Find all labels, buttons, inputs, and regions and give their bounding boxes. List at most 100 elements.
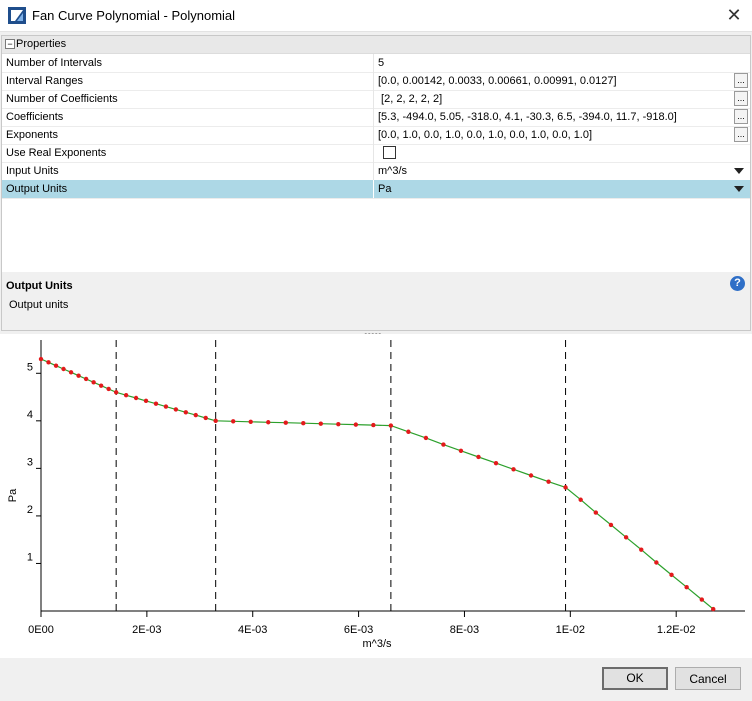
dropdown-arrow-icon[interactable] [734, 186, 744, 192]
property-value[interactable]: [0.0, 0.00142, 0.0033, 0.00661, 0.00991,… [378, 75, 617, 87]
data-point [406, 429, 411, 434]
data-point [38, 356, 44, 362]
property-row-interval-ranges[interactable]: Interval Ranges [0.0, 0.00142, 0.0033, 0… [2, 72, 750, 91]
data-point [441, 442, 446, 447]
y-tick-label: 5 [27, 361, 33, 373]
data-point [266, 420, 271, 425]
property-value[interactable]: [2, 2, 2, 2, 2] [378, 93, 442, 105]
data-point [578, 497, 583, 502]
app-logo-icon [8, 7, 26, 24]
close-icon[interactable]: ✕ [722, 4, 746, 26]
data-point [546, 479, 551, 484]
data-point [76, 373, 81, 378]
data-point [68, 370, 74, 375]
property-row-output-units[interactable]: Output Units Pa [2, 180, 750, 199]
category-header-properties[interactable]: − Properties [2, 36, 750, 54]
plot-background [0, 334, 752, 658]
property-name: Number of Intervals [6, 57, 102, 69]
ellipsis-button[interactable]: ... [734, 109, 748, 124]
data-point [563, 485, 568, 490]
property-row-exponents[interactable]: Exponents [0.0, 1.0, 0.0, 1.0, 0.0, 1.0,… [2, 126, 750, 145]
property-grid: − Properties Number of Intervals 5 Inter… [1, 35, 751, 273]
data-point [193, 412, 198, 418]
category-label: Properties [16, 38, 67, 50]
data-point [699, 597, 705, 602]
property-value[interactable]: Pa [378, 183, 391, 195]
use-real-exponents-checkbox[interactable] [383, 146, 396, 159]
data-point [248, 419, 253, 424]
data-point [623, 535, 629, 540]
data-point [423, 435, 429, 441]
data-point [476, 454, 481, 460]
data-point [593, 510, 599, 515]
collapse-icon[interactable]: − [5, 39, 15, 49]
help-icon[interactable]: ? [730, 276, 745, 291]
property-name: Exponents [6, 129, 58, 141]
data-point [388, 423, 394, 428]
dropdown-arrow-icon[interactable] [734, 168, 744, 174]
data-point [203, 415, 208, 421]
ellipsis-button[interactable]: ... [734, 73, 748, 88]
data-point [711, 606, 716, 612]
data-point [684, 585, 689, 590]
data-point [106, 386, 111, 392]
data-point [133, 395, 139, 401]
data-point [98, 383, 104, 388]
property-name: Coefficients [6, 111, 64, 123]
x-tick-label: 2E-03 [132, 624, 161, 636]
data-point [318, 421, 324, 426]
data-point [123, 392, 129, 398]
data-point [46, 360, 51, 365]
property-row-coefficients[interactable]: Coefficients [5.3, -494.0, 5.05, -318.0,… [2, 108, 750, 127]
data-point [153, 401, 159, 406]
description-text: Output units [9, 299, 69, 311]
data-point [458, 448, 464, 453]
x-axis-label: m^3/s [363, 638, 392, 650]
property-row-number-of-intervals[interactable]: Number of Intervals 5 [2, 54, 750, 73]
title-bar: Fan Curve Polynomial - Polynomial ✕ [0, 0, 752, 32]
x-tick-label: 0E00 [28, 624, 54, 636]
data-point [353, 422, 359, 427]
property-row-use-real-exponents[interactable]: Use Real Exponents [2, 144, 750, 163]
data-point [283, 420, 288, 425]
data-point [53, 363, 59, 368]
property-row-number-of-coefficients[interactable]: Number of Coefficients [2, 2, 2, 2, 2] .… [2, 90, 750, 109]
y-tick-label: 3 [27, 456, 33, 468]
description-title: Output Units [6, 280, 73, 292]
property-value[interactable]: [5.3, -494.0, 5.05, -318.0, 4.1, -30.3, … [378, 111, 677, 123]
ok-button[interactable]: OK [602, 667, 668, 690]
data-point [213, 418, 218, 424]
data-point [301, 421, 306, 426]
data-point [83, 376, 89, 382]
y-tick-label: 1 [27, 551, 33, 563]
y-tick-label: 2 [27, 504, 33, 516]
x-tick-label: 1.2E-02 [657, 624, 696, 636]
data-point [639, 547, 644, 552]
data-point [511, 467, 516, 472]
data-point [91, 380, 96, 385]
data-point [608, 522, 614, 528]
ellipsis-button[interactable]: ... [734, 91, 748, 106]
data-point [493, 460, 499, 466]
fan-curve-chart: 0E00 2E-03 4E-03 6E-03 8E-03 1E-02 1.2E-02 1 2 3 4… [0, 334, 752, 658]
property-name: Interval Ranges [6, 75, 84, 87]
x-tick-label: 4E-03 [238, 624, 267, 636]
y-axis-label: Pa [7, 488, 19, 502]
x-tick-label: 6E-03 [344, 624, 373, 636]
data-point [654, 560, 659, 565]
data-point [143, 398, 149, 404]
y-tick-label: 4 [27, 409, 33, 421]
property-name: Use Real Exponents [6, 147, 107, 159]
property-value[interactable]: m^3/s [378, 165, 407, 177]
x-tick-label: 8E-03 [450, 624, 479, 636]
window-title: Fan Curve Polynomial - Polynomial [32, 8, 236, 23]
property-value[interactable]: 5 [378, 57, 384, 69]
property-value[interactable]: [0.0, 1.0, 0.0, 1.0, 0.0, 1.0, 0.0, 1.0,… [378, 129, 592, 141]
ellipsis-button[interactable]: ... [734, 127, 748, 142]
property-row-input-units[interactable]: Input Units m^3/s [2, 162, 750, 181]
property-name: Number of Coefficients [6, 93, 118, 105]
data-point [371, 422, 376, 428]
data-point [230, 419, 236, 424]
cancel-button[interactable]: Cancel [675, 667, 741, 690]
data-point [336, 421, 341, 427]
